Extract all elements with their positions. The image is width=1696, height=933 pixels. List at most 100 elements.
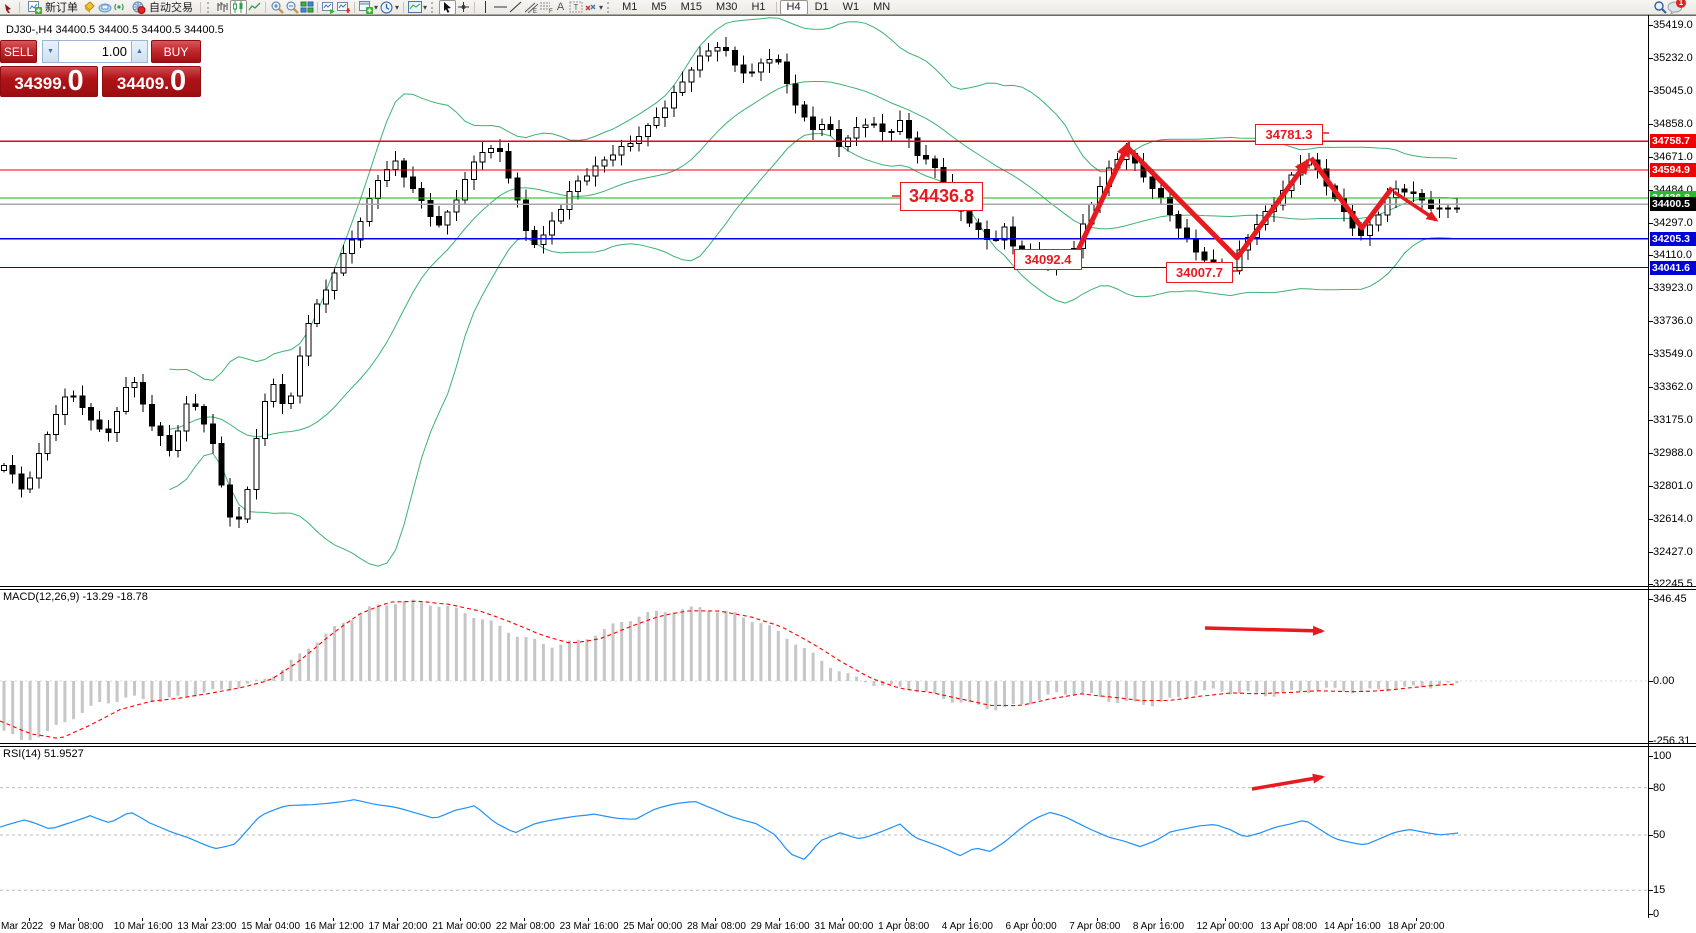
candle: [1402, 189, 1407, 192]
rsi-panel[interactable]: [0, 747, 1648, 918]
candlestick-chart-icon[interactable]: [230, 0, 247, 15]
sell-button[interactable]: SELL: [0, 40, 37, 63]
timeframe-button-mn[interactable]: MN: [866, 0, 897, 15]
timeframe-button-h4[interactable]: H4: [780, 0, 808, 15]
text-tool-icon[interactable]: A: [553, 1, 568, 14]
candle: [689, 70, 694, 82]
volume-decrease-button[interactable]: ▼: [42, 40, 59, 63]
macd-histogram-bar: [838, 671, 841, 681]
candle: [263, 402, 268, 439]
label-tool-icon[interactable]: T: [568, 1, 583, 14]
candle: [924, 156, 929, 160]
cursor-icon[interactable]: [439, 0, 456, 15]
chat-icon[interactable]: 1: [1667, 1, 1682, 14]
tile-windows-icon[interactable]: [299, 1, 314, 14]
candle: [36, 454, 41, 478]
line-chart-icon[interactable]: [247, 1, 262, 14]
new-order-button[interactable]: 新订单: [23, 0, 82, 14]
buy-button[interactable]: BUY: [151, 40, 201, 63]
time-tickmark: [205, 918, 206, 921]
price-annotation-label[interactable]: 34092.4: [1014, 249, 1082, 270]
price-annotation-label[interactable]: 34007.7: [1166, 262, 1233, 283]
cloud-icon[interactable]: [97, 1, 112, 14]
macd-histogram-bar: [690, 606, 693, 681]
candle: [898, 121, 903, 132]
equidistant-channel-icon[interactable]: E: [523, 1, 538, 14]
panel-divider[interactable]: [0, 586, 1696, 587]
price-tick-label: 32427.0: [1653, 546, 1696, 558]
toolbar-grip[interactable]: [607, 2, 612, 13]
time-tick-label: 16 Mar 12:00: [305, 921, 364, 932]
fibonacci-icon[interactable]: F: [538, 1, 553, 14]
candle: [19, 474, 24, 489]
volume-increase-button[interactable]: ▲: [131, 40, 148, 63]
macd-histogram-bar: [1212, 681, 1215, 689]
chart-profile-icon[interactable]: [407, 1, 422, 14]
timeframe-button-m15[interactable]: M15: [674, 0, 709, 15]
timeframe-button-d1[interactable]: D1: [808, 0, 836, 15]
candle: [289, 396, 294, 403]
macd-histogram-bar: [1447, 681, 1450, 683]
macd-histogram-bar: [1055, 681, 1058, 692]
vertical-line-icon[interactable]: [478, 1, 493, 14]
timeframe-button-w1[interactable]: W1: [836, 0, 867, 15]
macd-histogram-bar: [446, 606, 449, 681]
horizontal-line-icon[interactable]: [493, 1, 508, 14]
signal-icon[interactable]: [112, 1, 127, 14]
price-annotation-label[interactable]: 34436.8: [900, 182, 983, 211]
timeframe-button-m30[interactable]: M30: [709, 0, 744, 15]
candle: [158, 426, 163, 436]
candle: [785, 62, 790, 84]
auto-trading-button[interactable]: 自动交易: [127, 0, 197, 14]
period-clock-icon[interactable]: [379, 1, 394, 14]
toolbar-grip[interactable]: [207, 2, 212, 13]
bar-chart-icon[interactable]: [215, 1, 230, 14]
macd-histogram-bar: [794, 645, 797, 681]
time-tickmark: [779, 918, 780, 921]
macd-histogram-bar: [733, 612, 736, 681]
price-tick-label: 33923.0: [1653, 282, 1696, 294]
macd-histogram-bar: [124, 681, 127, 698]
crosshair-icon[interactable]: [456, 1, 471, 14]
timeframe-button-h1[interactable]: H1: [744, 0, 772, 15]
timeframe-button-m1[interactable]: M1: [615, 0, 644, 15]
sell-price-display[interactable]: 34399.0: [0, 66, 98, 97]
time-tick-label: 1 Apr 08:00: [878, 921, 929, 932]
candle: [828, 125, 833, 130]
time-tickmark: [333, 918, 334, 921]
macd-histogram-bar: [316, 643, 319, 682]
profile-icon[interactable]: [82, 1, 97, 14]
time-tick-label: 18 Apr 20:00: [1388, 921, 1445, 932]
zoom-in-icon[interactable]: [269, 1, 284, 14]
add-indicator-icon[interactable]: [358, 1, 373, 14]
timeframe-button-m5[interactable]: M5: [644, 0, 673, 15]
volume-input[interactable]: [59, 40, 131, 63]
candle: [10, 465, 15, 474]
main-chart[interactable]: [0, 15, 1648, 586]
candle: [767, 60, 772, 64]
price-tick-label: 34671.0: [1653, 151, 1696, 163]
dropdown-caret-icon[interactable]: ▾: [423, 1, 427, 14]
macd-histogram-bar: [264, 679, 267, 681]
shapes-arrows-icon[interactable]: [583, 1, 598, 14]
macd-panel[interactable]: [0, 590, 1648, 743]
price-annotation-label[interactable]: 34781.3: [1255, 124, 1323, 145]
chart-marker-icon[interactable]: [336, 1, 351, 14]
panel-divider[interactable]: [0, 743, 1696, 744]
zoom-out-icon[interactable]: [284, 1, 299, 14]
macd-histogram-bar: [1073, 681, 1076, 696]
macd-histogram-bar: [1334, 681, 1337, 688]
macd-histogram-bar: [333, 626, 336, 681]
trendline-icon[interactable]: [508, 1, 523, 14]
dropdown-caret-icon[interactable]: ▾: [374, 1, 378, 14]
candle: [715, 48, 720, 51]
strategy-tester-icon[interactable]: [321, 1, 336, 14]
dropdown-caret-icon[interactable]: ▾: [599, 1, 603, 14]
toolbar-grip[interactable]: [431, 2, 436, 13]
search-icon[interactable]: [1652, 1, 1667, 14]
macd-histogram-bar: [829, 668, 832, 681]
rsi-tick-label: 15: [1653, 884, 1696, 896]
time-axis[interactable]: Mar 20229 Mar 08:0010 Mar 16:0013 Mar 23…: [0, 918, 1696, 933]
buy-price-display[interactable]: 34409.0: [102, 66, 201, 97]
dropdown-caret-icon[interactable]: ▾: [395, 1, 399, 14]
